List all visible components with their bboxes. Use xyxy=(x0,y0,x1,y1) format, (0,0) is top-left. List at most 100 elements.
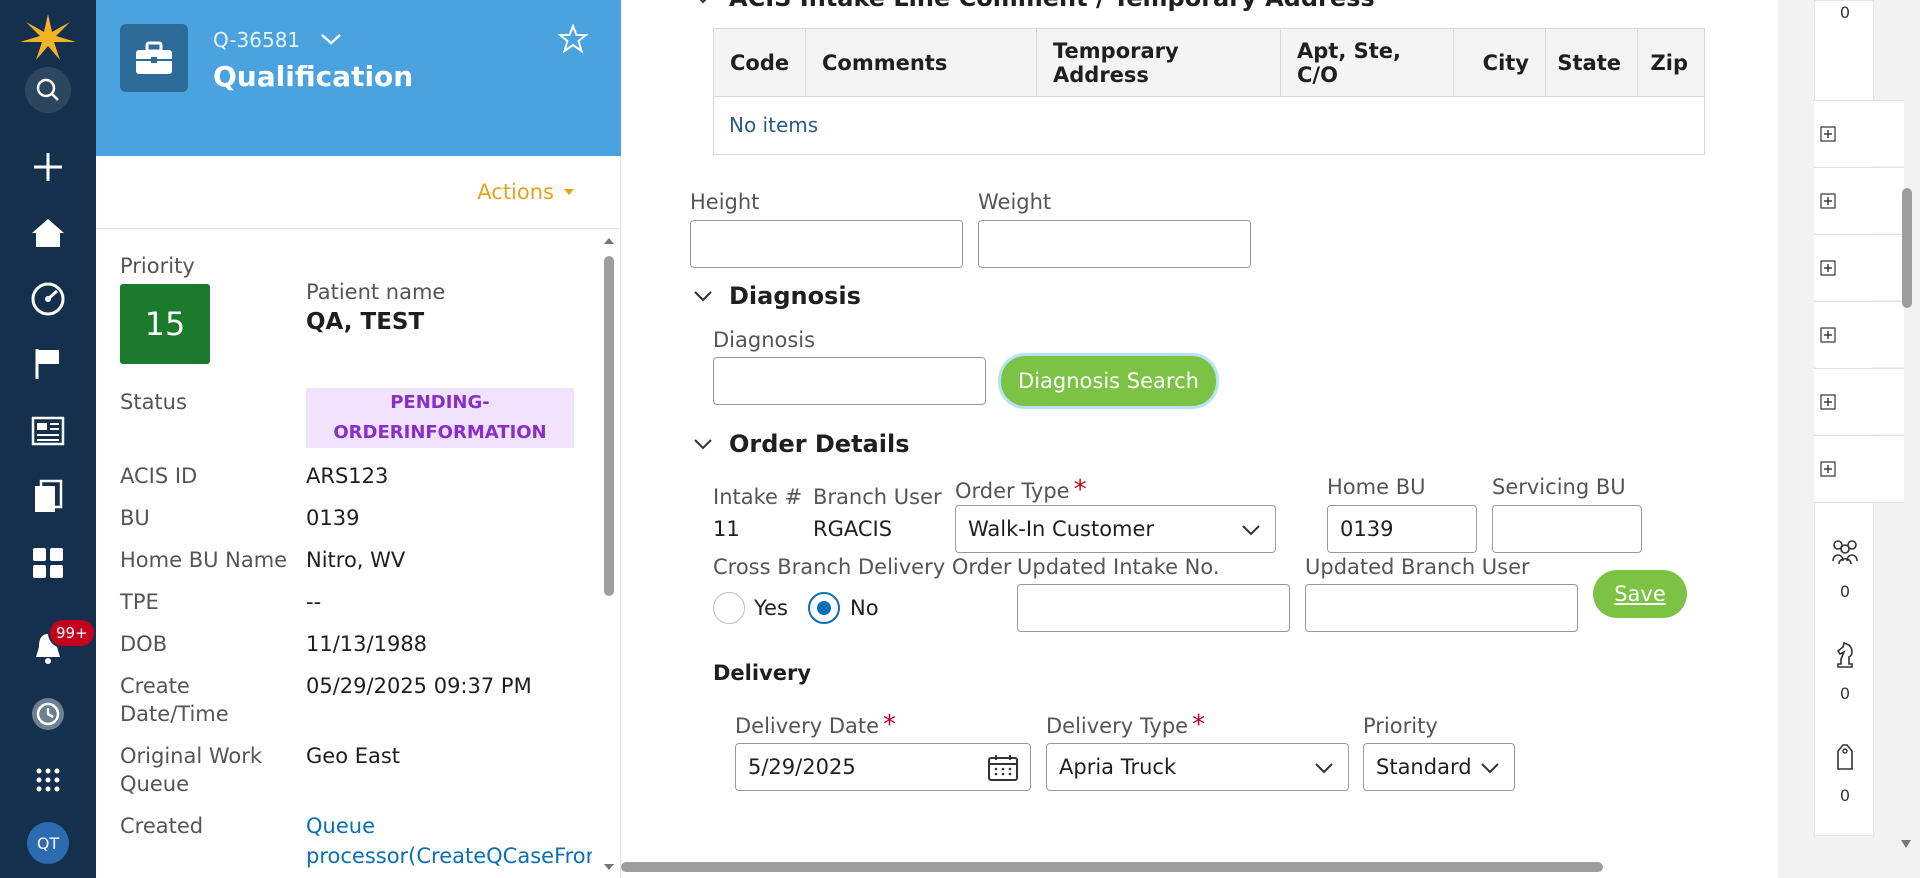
rail-expand-row[interactable] xyxy=(1814,435,1904,503)
acis-section-header[interactable]: ACIS Intake Line Comment / Temporary Add… xyxy=(693,0,1375,12)
tag-icon[interactable] xyxy=(1815,743,1875,771)
rail-expand-row[interactable] xyxy=(1814,100,1904,166)
expand-plus-icon[interactable] xyxy=(1820,126,1836,142)
home-bu-label: Home BU xyxy=(1327,475,1426,499)
delivery-priority-select[interactable]: Standard xyxy=(1363,743,1515,791)
search-icon[interactable] xyxy=(0,64,96,116)
height-field[interactable] xyxy=(690,220,963,268)
avatar[interactable]: QT xyxy=(27,822,69,864)
flag-icon[interactable] xyxy=(0,338,96,390)
field-label: DOB xyxy=(120,632,168,656)
delivery-priority-label: Priority xyxy=(1363,714,1438,738)
delivery-date-field[interactable]: 5/29/2025 xyxy=(735,743,1031,791)
team-icon[interactable] xyxy=(1815,539,1875,565)
create-label-2: Date/Time xyxy=(120,702,229,726)
status-badge-line-2: ORDERINFORMATION xyxy=(333,422,547,443)
created-link-1[interactable]: Queue xyxy=(306,812,375,840)
updated-branch-user-field[interactable] xyxy=(1305,584,1578,632)
status-badge-line-1: PENDING- xyxy=(390,392,490,413)
main-scroll-area: ACIS Intake Line Comment / Temporary Add… xyxy=(621,0,1778,850)
created-link-2[interactable]: processor(CreateQCaseFromIi xyxy=(306,842,592,870)
radio-no[interactable] xyxy=(808,592,840,624)
apps-grid-icon[interactable] xyxy=(0,537,96,589)
home-bu-field[interactable]: 0139 xyxy=(1327,505,1477,553)
expand-plus-icon[interactable] xyxy=(1820,461,1836,477)
divider xyxy=(96,228,621,229)
chess-knight-icon[interactable] xyxy=(1815,641,1875,669)
required-indicator: * xyxy=(1192,710,1206,740)
chevron-down-icon[interactable] xyxy=(318,26,344,56)
scroll-down-icon[interactable] xyxy=(604,862,614,872)
acis-comment-table: Code Comments Temporary Address Apt, Ste… xyxy=(713,28,1705,155)
caret-down-icon xyxy=(564,189,574,195)
order-type-value: Walk-In Customer xyxy=(968,517,1155,541)
scroll-up-icon[interactable] xyxy=(604,236,614,246)
delivery-date-label: Delivery Date * xyxy=(735,710,896,740)
empty-table-text: No items xyxy=(729,113,819,137)
save-button[interactable]: Save xyxy=(1593,570,1687,618)
priority-value: 15 xyxy=(120,284,210,364)
order-type-select[interactable]: Walk-In Customer xyxy=(955,505,1276,553)
field-value: -- xyxy=(306,590,322,614)
intake-value: 11 xyxy=(713,517,740,541)
column-header[interactable]: City xyxy=(1454,29,1546,97)
servicing-bu-field[interactable] xyxy=(1492,505,1642,553)
home-icon[interactable] xyxy=(0,207,96,259)
owq-label-2: Queue xyxy=(120,772,189,796)
rail-expand-row[interactable] xyxy=(1814,234,1904,300)
rail-expand-row[interactable] xyxy=(1814,368,1904,434)
case-scrollbar[interactable] xyxy=(604,236,614,872)
branch-user-label: Branch User xyxy=(813,485,942,509)
column-header[interactable]: Code xyxy=(714,29,806,97)
chevron-down-icon xyxy=(694,439,712,450)
main-horizontal-scrollbar[interactable] xyxy=(621,858,1899,874)
column-header[interactable]: Zip xyxy=(1638,29,1704,97)
height-label: Height xyxy=(690,190,760,214)
no-label: No xyxy=(850,596,879,620)
rail-expand-row[interactable] xyxy=(1814,301,1904,367)
left-nav: 99+ QT xyxy=(0,0,96,878)
scroll-thumb[interactable] xyxy=(604,256,614,596)
expand-plus-icon[interactable] xyxy=(1820,193,1836,209)
rail-scrollbar[interactable] xyxy=(1898,0,1914,858)
cross-branch-label: Cross Branch Delivery Order xyxy=(713,555,1012,579)
expand-plus-icon[interactable] xyxy=(1820,327,1836,343)
delivery-date-value: 5/29/2025 xyxy=(748,755,856,779)
calendar-icon[interactable] xyxy=(988,755,1018,781)
rail-expand-row[interactable] xyxy=(1814,167,1904,233)
documents-icon[interactable] xyxy=(0,470,96,522)
case-id: Q-36581 xyxy=(213,28,301,52)
column-header[interactable]: State xyxy=(1546,29,1638,97)
column-header[interactable]: Temporary Address xyxy=(1037,29,1281,97)
diagnosis-field[interactable] xyxy=(713,357,986,405)
actions-menu[interactable]: Actions xyxy=(477,180,574,204)
news-icon[interactable] xyxy=(0,405,96,457)
order-details-section-header[interactable]: Order Details xyxy=(693,430,910,458)
weight-field[interactable] xyxy=(978,220,1251,268)
history-icon[interactable] xyxy=(0,688,96,740)
logo-icon[interactable] xyxy=(18,12,78,64)
chevron-down-icon xyxy=(699,0,707,4)
patient-name-label: Patient name xyxy=(306,280,446,304)
delivery-type-select[interactable]: Apria Truck xyxy=(1046,743,1349,791)
updated-intake-field[interactable] xyxy=(1017,584,1290,632)
diagnosis-search-button[interactable]: Diagnosis Search xyxy=(1001,356,1216,406)
table-header: Code Comments Temporary Address Apt, Ste… xyxy=(714,29,1704,97)
diagnosis-section-header[interactable]: Diagnosis xyxy=(693,282,861,310)
plus-icon[interactable] xyxy=(0,141,96,193)
scroll-thumb[interactable] xyxy=(1902,188,1912,308)
more-apps-icon[interactable] xyxy=(0,754,96,806)
column-header[interactable]: Apt, Ste, C/O xyxy=(1281,29,1454,97)
branch-user-value: RGACIS xyxy=(813,517,893,541)
diagnosis-section-title: Diagnosis xyxy=(729,282,861,310)
expand-plus-icon[interactable] xyxy=(1820,260,1836,276)
column-header[interactable]: Comments xyxy=(806,29,1037,97)
field-value: Nitro, WV xyxy=(306,548,406,572)
scroll-thumb[interactable] xyxy=(621,862,1603,872)
radio-yes[interactable] xyxy=(713,592,745,624)
delivery-section-title: Delivery xyxy=(713,661,812,685)
expand-plus-icon[interactable] xyxy=(1820,394,1836,410)
dashboard-icon[interactable] xyxy=(0,273,96,325)
scroll-down-icon[interactable] xyxy=(1900,838,1912,850)
star-icon[interactable] xyxy=(557,23,589,58)
